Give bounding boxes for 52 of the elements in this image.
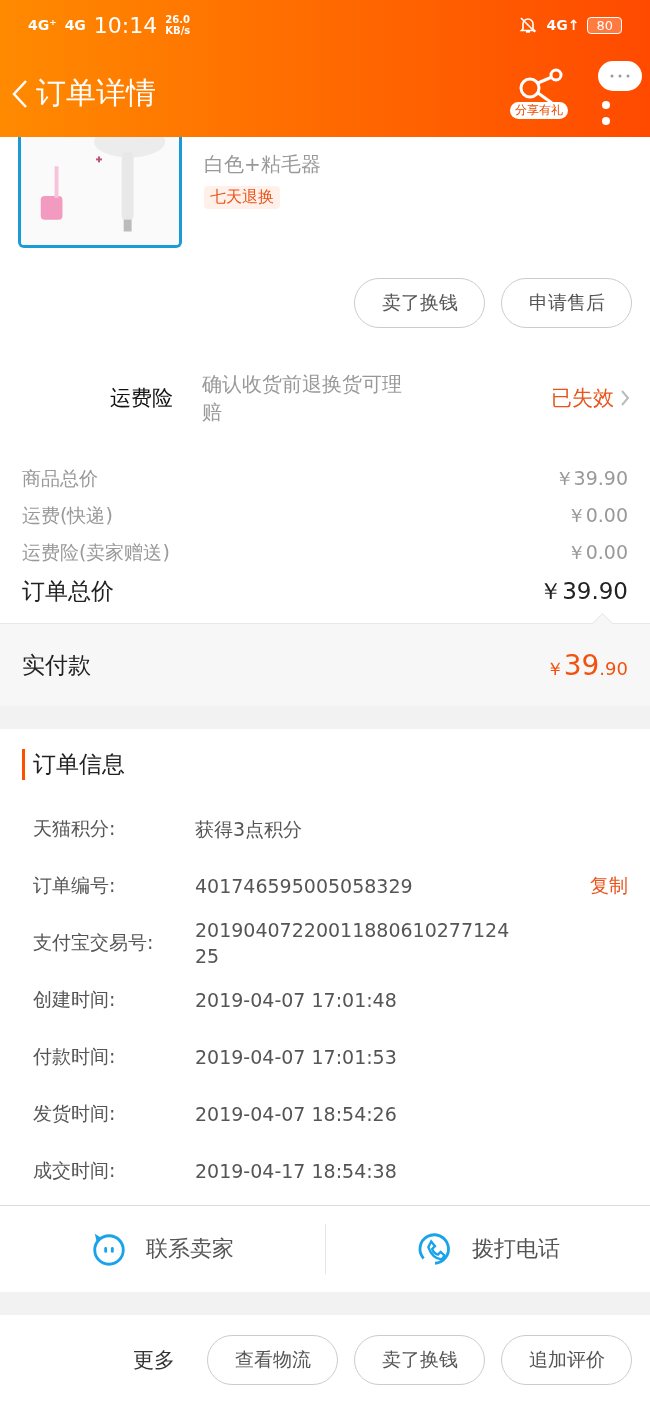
info-label: 成交时间: [33, 1157, 117, 1183]
network-indicator: 4G↑ [546, 17, 580, 33]
insurance-status: 已失效 [551, 385, 614, 412]
insurance-description: 确认收货前退换货可理赔 [202, 371, 403, 426]
battery-icon: 80 [587, 16, 622, 34]
info-label: 订单编号: [33, 872, 117, 898]
muted-bell-icon [518, 15, 539, 35]
info-value: 2019040722001188061027712425 [195, 917, 511, 969]
info-value: 2019-04-07 17:01:53 [195, 1044, 398, 1070]
info-label: 付款时间: [33, 1043, 117, 1069]
contact-button[interactable]: 联系卖家 [0, 1230, 325, 1268]
info-value: 获得3点积分 [195, 816, 304, 842]
share-button[interactable]: 分享有礼 [510, 68, 568, 119]
action-button[interactable]: 查看物流 [207, 1335, 338, 1385]
info-value: 401746595005058329 [195, 873, 414, 899]
total-label: 订单总价 [22, 576, 114, 606]
chevron-icon [620, 389, 630, 407]
action-button[interactable]: 追加评价 [501, 1335, 632, 1385]
info-label: 支付宝交易号: [33, 929, 155, 955]
insurance-label: 运费险 [110, 385, 174, 412]
more-label: 更多 [133, 1347, 175, 1374]
network-indicator: 4G⁺ [28, 17, 57, 33]
contact-button[interactable]: 拨打电话 [325, 1230, 650, 1268]
paid-amount: ￥39.90 [545, 648, 628, 682]
speed-unit: KB/s [165, 25, 191, 36]
shipping-insurance-row[interactable]: 运费险 确认收货前退换货可理赔 已失效 [0, 328, 650, 426]
action-button[interactable]: 申请售后 [501, 278, 632, 328]
info-value: 2019-04-17 18:54:38 [195, 1158, 398, 1184]
section-title: 订单信息 [22, 749, 628, 780]
price-value: ￥39.90 [554, 465, 628, 491]
back-icon[interactable] [12, 78, 28, 109]
page-title: 订单详情 [36, 74, 156, 112]
info-value: 2019-04-07 17:01:48 [195, 987, 398, 1013]
return-tag: 七天退换 [204, 186, 280, 209]
network-speed: 26.0 [165, 14, 191, 25]
price-value: ￥0.00 [566, 539, 628, 565]
info-value: 2019-04-07 18:54:26 [195, 1101, 398, 1127]
action-button[interactable]: 卖了换钱 [354, 278, 485, 328]
network-indicator: 4G [64, 17, 86, 33]
status-time: 10:14 [93, 12, 158, 38]
price-label: 运费险(卖家赠送) [22, 539, 170, 565]
total-value: ￥39.90 [539, 576, 628, 606]
price-value: ￥0.00 [566, 502, 628, 528]
price-label: 运费(快递) [22, 502, 113, 528]
action-button[interactable]: 卖了换钱 [354, 1335, 485, 1385]
info-label: 发货时间: [33, 1100, 117, 1126]
copy-link[interactable]: 复制 [590, 872, 628, 899]
price-label: 商品总价 [22, 465, 98, 491]
info-label: 创建时间: [33, 986, 117, 1012]
paid-label: 实付款 [22, 650, 91, 680]
product-variant: 白色+粘毛器 [204, 151, 321, 178]
info-label: 天猫积分: [33, 815, 117, 841]
